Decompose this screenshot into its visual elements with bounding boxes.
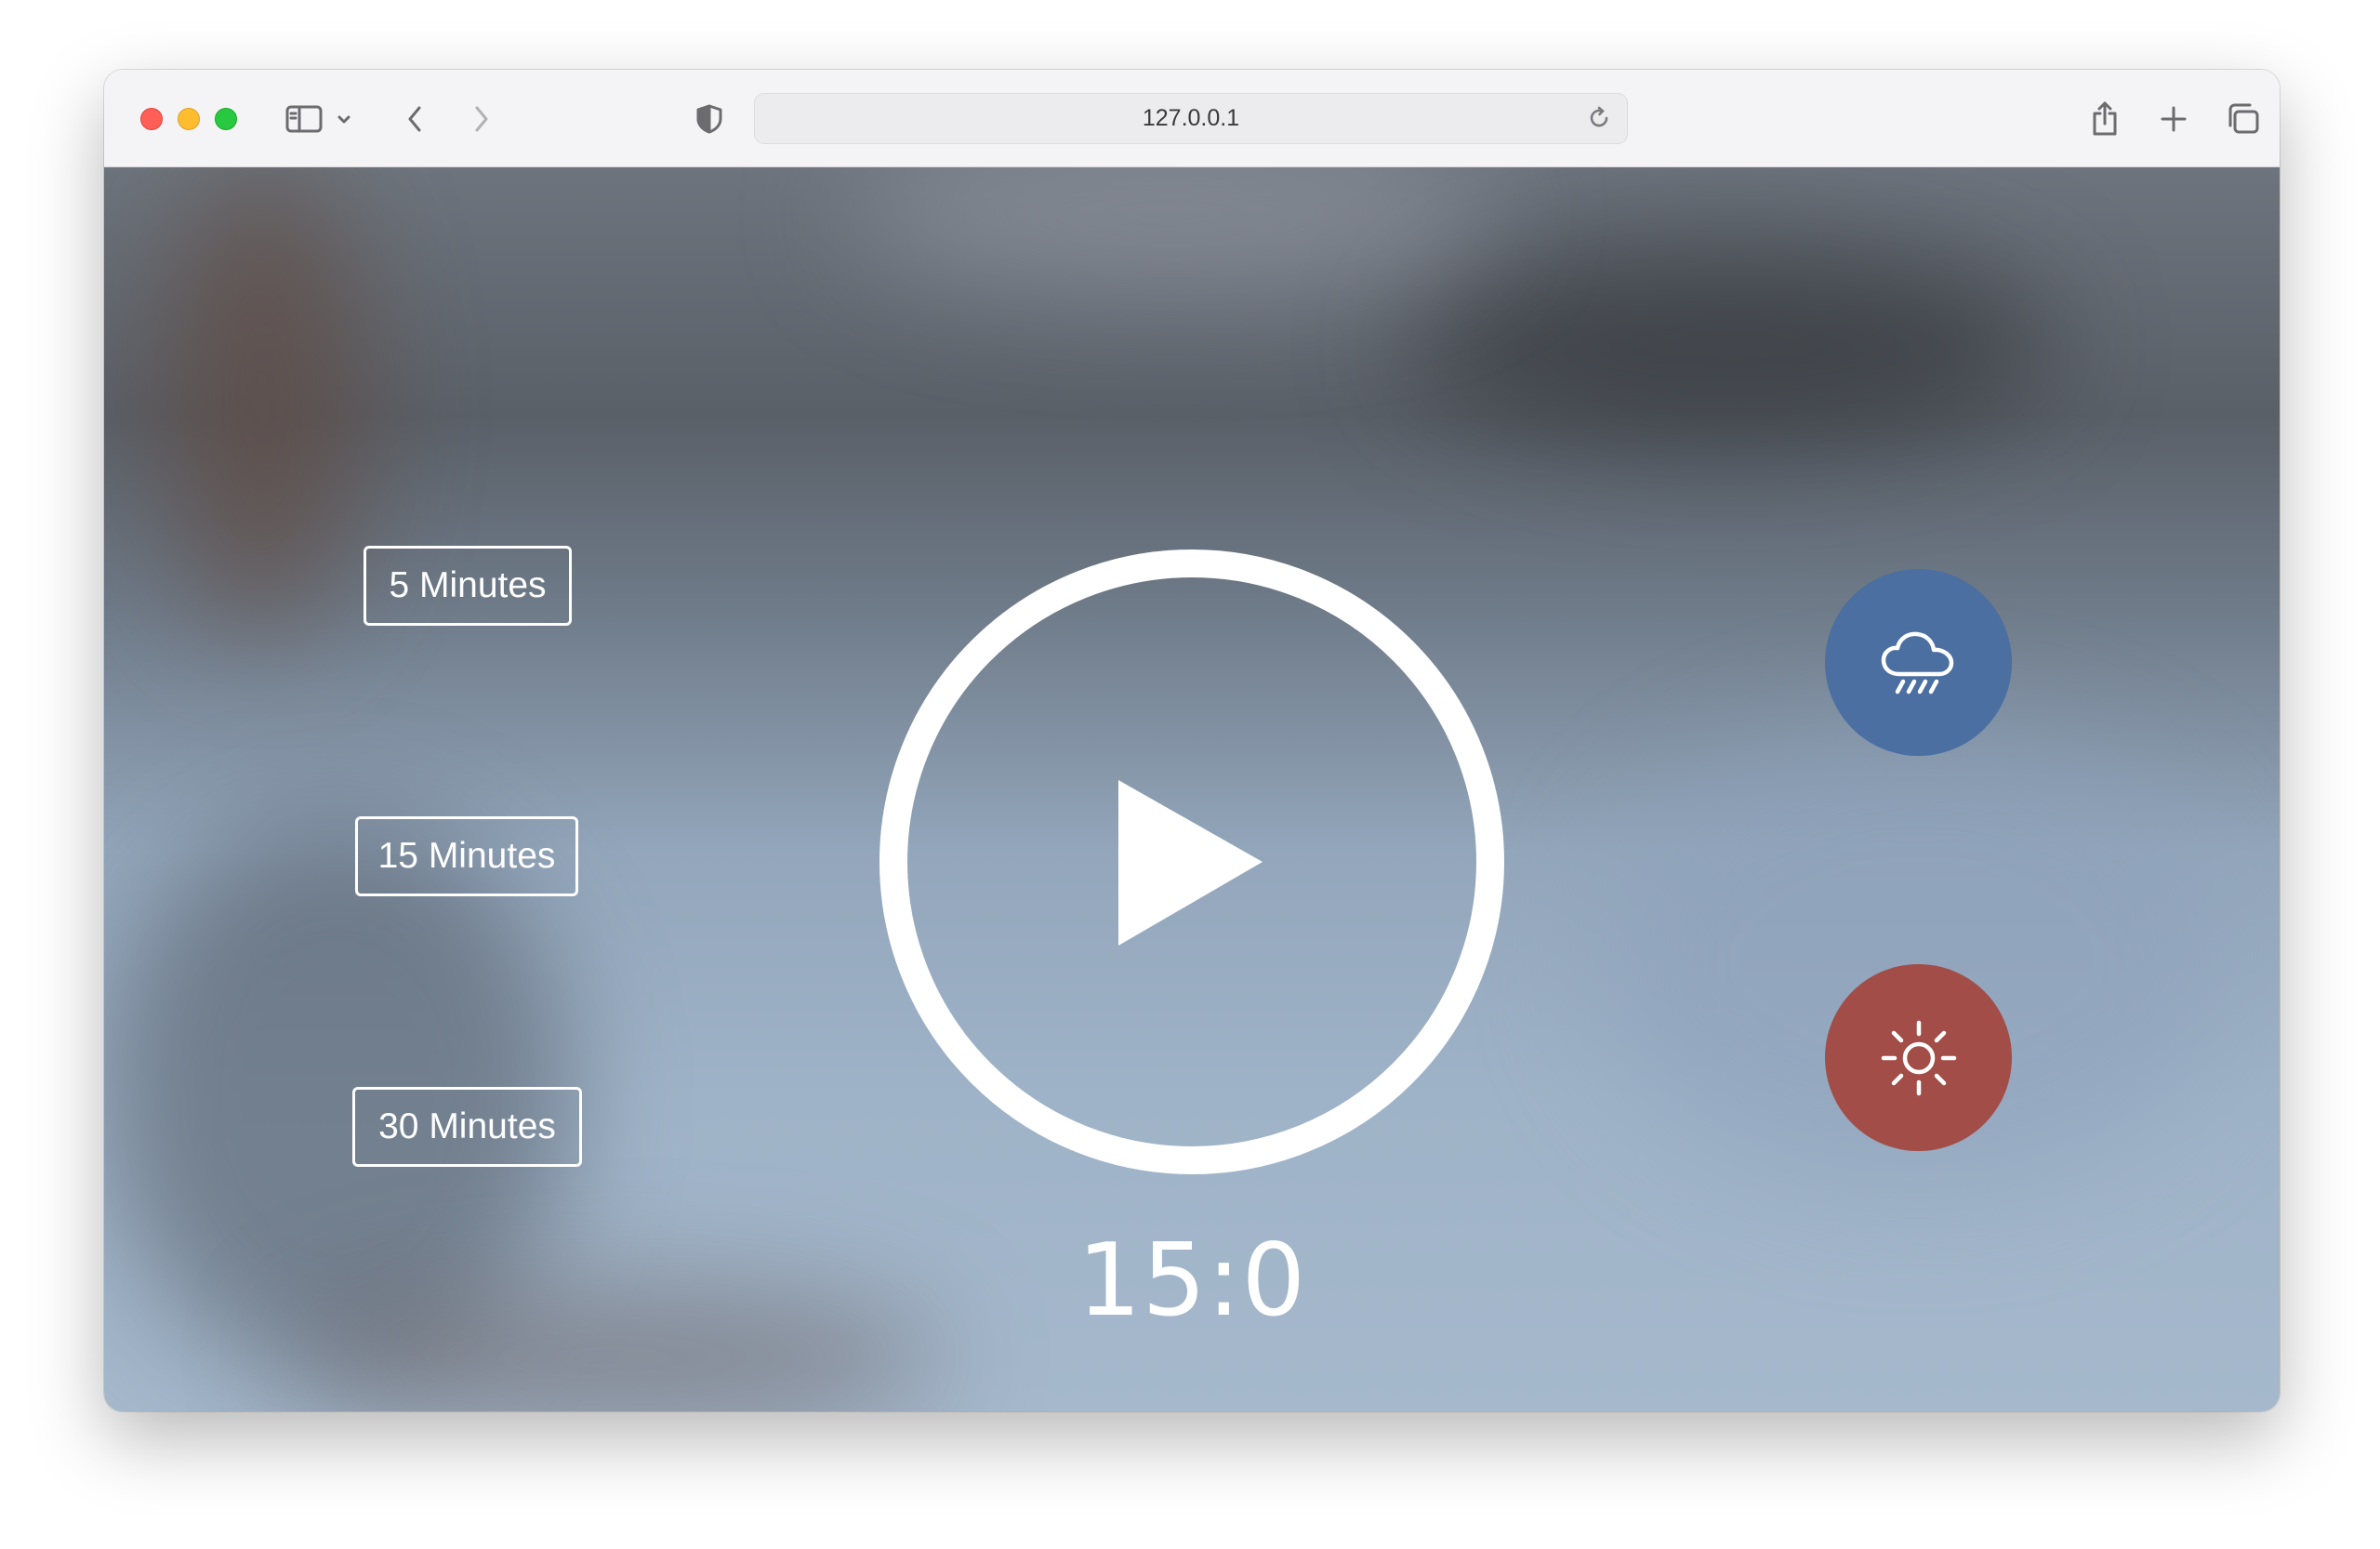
sun-sound-button[interactable] [1825,964,2012,1151]
plus-icon[interactable] [2151,97,2196,141]
browser-toolbar: 127.0.0.1 [104,70,2280,167]
play-icon [879,549,1504,1174]
minimize-window-button[interactable] [178,108,200,130]
reload-icon[interactable] [1580,99,1618,137]
sun-icon [1881,1020,1956,1095]
shield-icon[interactable] [687,97,732,141]
zoom-window-button[interactable] [215,108,237,130]
rain-sound-button[interactable] [1825,569,2012,756]
share-icon[interactable] [2082,97,2127,141]
cloud-rain-icon [1881,631,1953,694]
tabs-overview-icon[interactable] [2220,97,2265,141]
timer-display: 15:0 [1077,1223,1307,1339]
meditation-app: 5 Minutes 15 Minutes 30 Minutes 15:0 [104,167,2280,1411]
play-button[interactable] [879,549,1504,1174]
forward-arrow-icon[interactable] [459,97,504,141]
url-text: 127.0.0.1 [1142,105,1240,131]
close-window-button[interactable] [140,108,163,130]
chevron-down-icon[interactable] [330,97,358,141]
duration-15-minutes-button[interactable]: 15 Minutes [355,816,578,896]
duration-5-minutes-button[interactable]: 5 Minutes [364,546,572,626]
back-arrow-icon[interactable] [392,97,437,141]
address-bar[interactable]: 127.0.0.1 [754,93,1628,144]
duration-30-minutes-button[interactable]: 30 Minutes [352,1087,582,1167]
sidebar-icon[interactable] [282,97,326,141]
browser-window: 127.0.0.1 5 Minutes 15 Minutes 30 Minute… [104,70,2280,1411]
